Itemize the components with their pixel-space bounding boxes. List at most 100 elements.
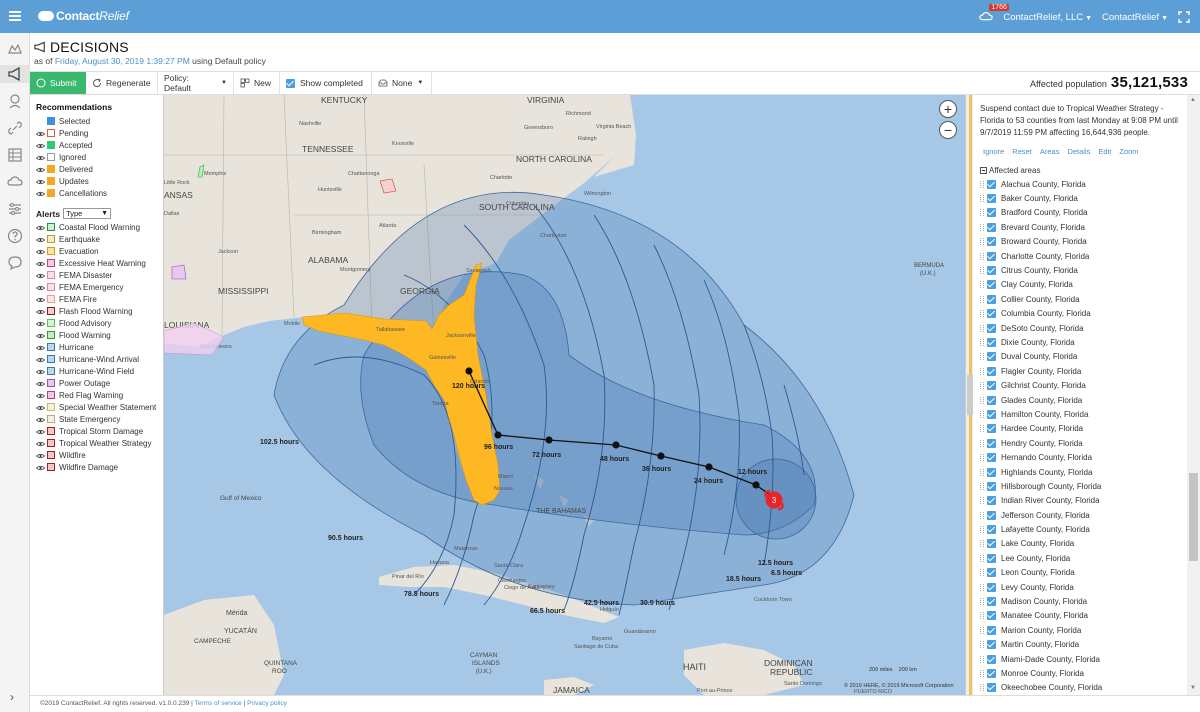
show-completed-toggle[interactable]: Show completed xyxy=(280,72,372,94)
panel-splitter[interactable] xyxy=(965,95,973,695)
county-row[interactable]: Dixie County, Florida xyxy=(980,335,1180,349)
county-row[interactable]: Hillsborough County, Florida xyxy=(980,479,1180,493)
drag-handle-icon[interactable] xyxy=(980,396,984,404)
user-menu[interactable]: ContactRelief ▼ xyxy=(1102,12,1168,23)
eye-visibility-icon[interactable] xyxy=(35,380,46,387)
drag-handle-icon[interactable] xyxy=(980,669,984,677)
regenerate-button[interactable]: Regenerate xyxy=(86,72,158,94)
affected-areas-header[interactable]: Affected areas xyxy=(980,166,1040,175)
none-dropdown[interactable]: None ▼ xyxy=(372,72,432,94)
county-row[interactable]: Manatee County, Florida xyxy=(980,609,1180,623)
eye-visibility-icon[interactable] xyxy=(35,356,46,363)
drag-handle-icon[interactable] xyxy=(980,252,984,260)
county-checkbox[interactable] xyxy=(987,266,996,276)
county-checkbox[interactable] xyxy=(987,438,996,448)
county-checkbox[interactable] xyxy=(987,553,996,563)
legend-alert-item[interactable]: Evacuation xyxy=(35,245,163,257)
contacts-person-icon[interactable] xyxy=(7,93,23,109)
county-checkbox[interactable] xyxy=(987,409,996,419)
drag-handle-icon[interactable] xyxy=(980,324,984,332)
legend-alert-item[interactable]: Hurricane-Wind Arrival xyxy=(35,353,163,365)
legend-recommendation-item[interactable]: Ignored xyxy=(35,151,163,163)
eye-visibility-icon[interactable] xyxy=(35,224,46,231)
eye-visibility-icon[interactable] xyxy=(35,308,46,315)
drag-handle-icon[interactable] xyxy=(980,425,984,433)
legend-alert-item[interactable]: Tropical Storm Damage xyxy=(35,425,163,437)
scroll-up-arrow-icon[interactable]: ▲ xyxy=(1190,97,1196,103)
legend-alert-item[interactable]: State Emergency xyxy=(35,413,163,425)
eye-visibility-icon[interactable] xyxy=(35,428,46,435)
eye-visibility-icon[interactable] xyxy=(35,166,46,173)
drag-handle-icon[interactable] xyxy=(980,439,984,447)
county-checkbox[interactable] xyxy=(987,381,996,391)
county-checkbox[interactable] xyxy=(987,481,996,491)
eye-visibility-icon[interactable] xyxy=(35,236,46,243)
action-link-zoom[interactable]: Zoom xyxy=(1119,147,1138,156)
eye-visibility-icon[interactable] xyxy=(35,440,46,447)
zoom-out-button[interactable]: − xyxy=(939,121,957,139)
legend-recommendation-item[interactable]: Accepted xyxy=(35,139,163,151)
drag-handle-icon[interactable] xyxy=(980,267,984,275)
eye-visibility-icon[interactable] xyxy=(35,452,46,459)
legend-alert-item[interactable]: Excessive Heat Warning xyxy=(35,257,163,269)
county-row[interactable]: Leon County, Florida xyxy=(980,566,1180,580)
county-row[interactable]: Flagler County, Florida xyxy=(980,364,1180,378)
legend-alert-item[interactable]: Flash Flood Warning xyxy=(35,305,163,317)
county-checkbox[interactable] xyxy=(987,208,996,218)
county-row[interactable]: Broward County, Florida xyxy=(980,235,1180,249)
eye-visibility-icon[interactable] xyxy=(35,416,46,423)
county-checkbox[interactable] xyxy=(987,179,996,189)
county-row[interactable]: Collier County, Florida xyxy=(980,292,1180,306)
submit-button[interactable]: Submit xyxy=(30,72,86,94)
eye-visibility-icon[interactable] xyxy=(35,178,46,185)
chat-bubble-icon[interactable] xyxy=(7,255,23,271)
legend-alert-item[interactable]: Earthquake xyxy=(35,233,163,245)
action-link-ignore[interactable]: Ignore xyxy=(983,147,1004,156)
help-question-icon[interactable] xyxy=(7,228,23,244)
action-link-details[interactable]: Details xyxy=(1067,147,1090,156)
legend-alert-item[interactable]: Wildfire xyxy=(35,449,163,461)
drag-handle-icon[interactable] xyxy=(980,540,984,548)
drag-handle-icon[interactable] xyxy=(980,482,984,490)
county-checkbox[interactable] xyxy=(987,251,996,261)
county-row[interactable]: Brevard County, Florida xyxy=(980,220,1180,234)
legend-alert-item[interactable]: Red Flag Warning xyxy=(35,389,163,401)
county-checkbox[interactable] xyxy=(987,539,996,549)
show-completed-checkbox[interactable] xyxy=(286,78,295,88)
county-row[interactable]: Duval County, Florida xyxy=(980,350,1180,364)
county-checkbox[interactable] xyxy=(987,683,996,693)
county-row[interactable]: Bradford County, Florida xyxy=(980,206,1180,220)
privacy-link[interactable]: Privacy policy xyxy=(247,700,287,707)
eye-visibility-icon[interactable] xyxy=(35,190,46,197)
eye-visibility-icon[interactable] xyxy=(35,284,46,291)
eye-visibility-icon[interactable] xyxy=(35,248,46,255)
map-overview-icon[interactable] xyxy=(7,41,23,57)
drag-handle-icon[interactable] xyxy=(980,238,984,246)
drag-handle-icon[interactable] xyxy=(980,511,984,519)
hamburger-menu-icon[interactable] xyxy=(9,11,21,21)
county-checkbox[interactable] xyxy=(987,453,996,463)
legend-recommendation-item[interactable]: Updates xyxy=(35,175,163,187)
drag-handle-icon[interactable] xyxy=(980,583,984,591)
eye-visibility-icon[interactable] xyxy=(35,142,46,149)
county-row[interactable]: Columbia County, Florida xyxy=(980,307,1180,321)
county-row[interactable]: Martin County, Florida xyxy=(980,638,1180,652)
alerts-type-select[interactable]: Type ▼ xyxy=(63,208,112,219)
county-checkbox[interactable] xyxy=(987,222,996,232)
drag-handle-icon[interactable] xyxy=(980,684,984,692)
drag-handle-icon[interactable] xyxy=(980,353,984,361)
drag-handle-icon[interactable] xyxy=(980,180,984,188)
legend-alert-item[interactable]: Coastal Flood Warning xyxy=(35,221,163,233)
drag-handle-icon[interactable] xyxy=(980,526,984,534)
county-row[interactable]: Jefferson County, Florida xyxy=(980,508,1180,522)
county-row[interactable]: Monroe County, Florida xyxy=(980,666,1180,680)
legend-recommendation-item[interactable]: Pending xyxy=(35,127,163,139)
county-checkbox[interactable] xyxy=(987,366,996,376)
county-row[interactable]: Clay County, Florida xyxy=(980,278,1180,292)
county-checkbox[interactable] xyxy=(987,323,996,333)
county-row[interactable]: Alachua County, Florida xyxy=(980,177,1180,191)
eye-visibility-icon[interactable] xyxy=(35,464,46,471)
zoom-in-button[interactable]: + xyxy=(939,100,957,118)
eye-visibility-icon[interactable] xyxy=(35,332,46,339)
legend-recommendation-item[interactable]: Cancellations xyxy=(35,187,163,199)
